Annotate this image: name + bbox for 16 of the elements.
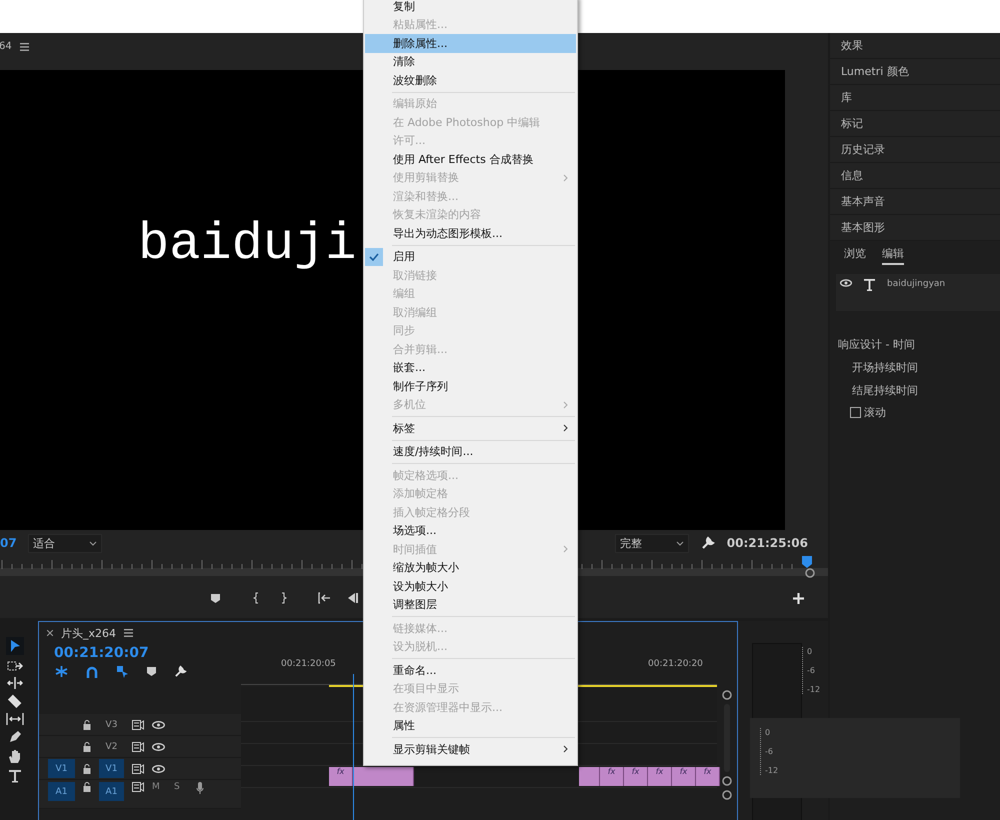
title-text: baiduji: [138, 215, 356, 275]
meter-scale-label: -6: [807, 666, 816, 675]
meter-scale-label: 0: [765, 728, 772, 737]
field-label: 开场持续时间: [852, 360, 919, 375]
timecode: 00:21:25:06: [726, 536, 808, 550]
panel-title: 64: [0, 41, 12, 52]
ruler-label: 00:21:20:05: [281, 659, 336, 669]
field-label: 结尾持续时间: [852, 383, 919, 398]
layer-name: baidujingyan: [887, 279, 946, 289]
meter-scale-label: -12: [765, 766, 780, 775]
ruler-label: 00:21:20:20: [648, 659, 703, 669]
meter-scale-label: 0: [807, 647, 814, 656]
meter-scale-label: -6: [765, 747, 774, 756]
meter-scale-label: -12: [807, 685, 820, 694]
checkbox-label: 滚动: [864, 405, 886, 420]
section-heading: 响应设计 - 时间: [838, 337, 916, 352]
